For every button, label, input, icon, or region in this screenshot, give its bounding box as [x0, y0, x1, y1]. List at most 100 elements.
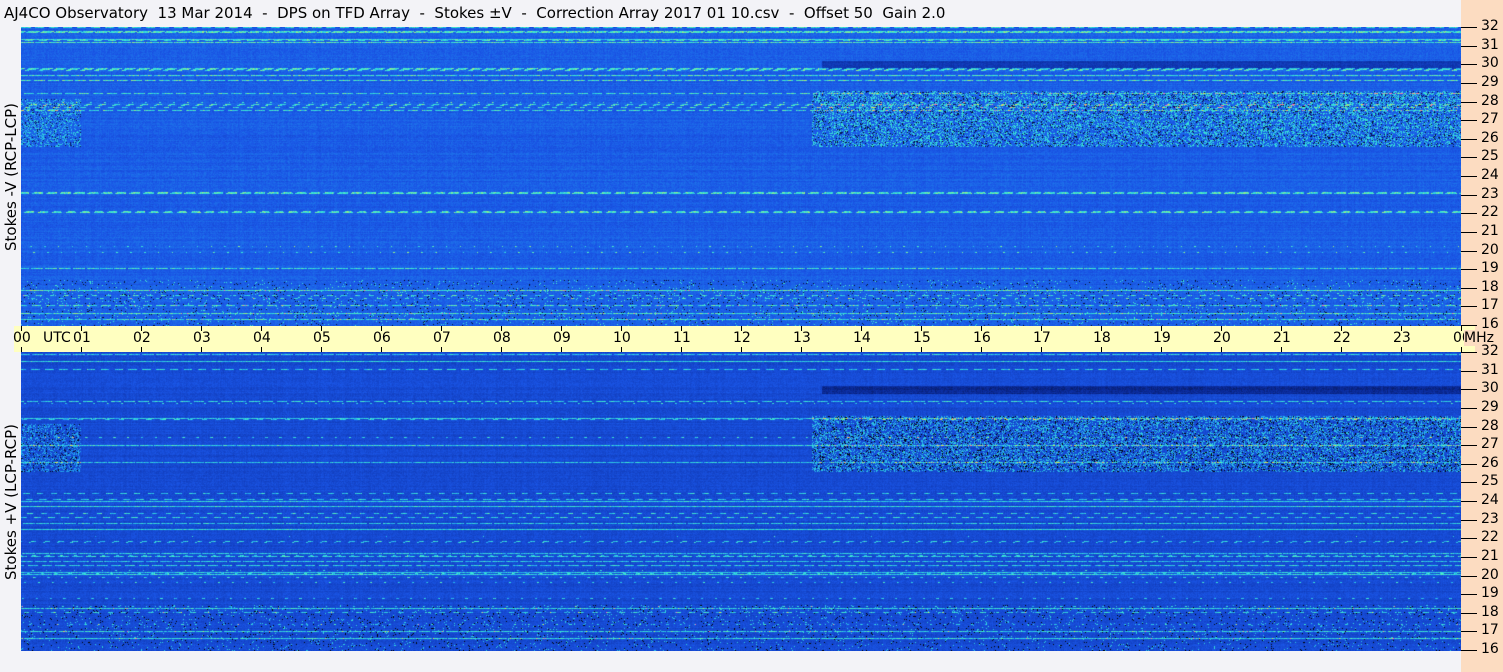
y-tick-mark	[1461, 250, 1477, 252]
y-tick-label: 16	[1481, 316, 1499, 332]
x-tick-label: 17	[1033, 330, 1051, 346]
x-tick-label: 12	[733, 330, 751, 346]
y-tick-mark	[1461, 407, 1477, 409]
y-tick-mark	[1461, 45, 1477, 47]
panel-label-top-text: Stokes -V (RCP-LCP)	[1, 102, 20, 251]
chart-title: AJ4CO Observatory 13 Mar 2014 - DPS on T…	[4, 4, 946, 22]
x-axis-unit: UTC	[43, 330, 71, 346]
y-tick-label: 23	[1481, 510, 1499, 527]
x-tick-label: 09	[553, 330, 571, 346]
y-tick-mark	[1461, 389, 1477, 391]
x-tick-mark	[921, 347, 922, 352]
x-tick-mark	[1101, 347, 1102, 352]
x-tick-label: 10	[613, 330, 631, 346]
x-tick-label: 07	[433, 330, 451, 346]
y-tick-label: 28	[1481, 417, 1499, 434]
x-tick-mark	[1341, 347, 1342, 352]
y-tick-mark	[1461, 27, 1477, 28]
y-tick-mark	[1461, 556, 1477, 558]
x-tick-mark	[201, 347, 202, 352]
y-tick-mark	[1461, 157, 1477, 159]
x-tick-mark	[21, 347, 22, 352]
y-tick-mark	[1461, 176, 1477, 177]
x-tick-label: 23	[1393, 330, 1411, 346]
y-tick-label: 21	[1481, 222, 1499, 239]
x-tick-label: 13	[793, 330, 811, 346]
y-tick-mark	[1461, 482, 1477, 484]
x-tick-label: 03	[193, 330, 211, 346]
y-tick-label: 19	[1481, 260, 1499, 277]
y-tick-label: 17	[1481, 622, 1499, 639]
y-tick-mark	[1461, 325, 1477, 326]
y-tick-label: 32	[1481, 18, 1499, 34]
y-tick-label: 32	[1481, 343, 1499, 359]
y-tick-mark	[1461, 287, 1477, 289]
y-tick-label: 27	[1481, 111, 1499, 128]
y-tick-mark	[1461, 463, 1477, 465]
y-tick-mark	[1461, 631, 1477, 633]
y-tick-label: 23	[1481, 185, 1499, 202]
y-tick-mark	[1461, 194, 1477, 196]
x-tick-mark	[261, 347, 262, 352]
x-tick-label: 08	[493, 330, 511, 346]
x-tick-mark	[741, 347, 742, 352]
y-tick-mark	[1461, 575, 1477, 577]
y-tick-label: 31	[1481, 361, 1499, 378]
y-tick-label: 30	[1481, 55, 1499, 72]
y-tick-mark	[1461, 519, 1477, 521]
x-tick-mark	[501, 347, 502, 352]
y-tick-label: 17	[1481, 297, 1499, 314]
time-axis: 00 01 02 03 04 05 06 07 08 09 10 11 12 13 14 15 16 17 18 19…	[13, 326, 1494, 352]
x-tick-mark	[981, 347, 982, 352]
x-tick-mark	[1161, 347, 1162, 352]
y-tick-mark	[1461, 82, 1477, 84]
y-tick-label: 28	[1481, 92, 1499, 109]
y-tick-mark	[1461, 612, 1477, 614]
y-tick-mark	[1461, 231, 1477, 233]
x-tick-mark	[381, 347, 382, 352]
y-tick-mark	[1461, 120, 1477, 122]
panel-label-top: Stokes -V (RCP-LCP)	[0, 27, 21, 326]
y-tick-label: 31	[1481, 36, 1499, 53]
x-tick-mark	[141, 347, 142, 352]
panel-label-bottom-text: Stokes +V (LCP-RCP)	[1, 423, 20, 580]
x-tick-mark	[441, 347, 442, 352]
y-tick-mark	[1461, 445, 1477, 447]
y-tick-label: 29	[1481, 398, 1499, 415]
x-tick-label: 15	[913, 330, 931, 346]
panel-label-bottom: Stokes +V (LCP-RCP)	[0, 352, 21, 651]
x-tick-label: 20	[1213, 330, 1231, 346]
y-tick-label: 18	[1481, 278, 1499, 295]
x-tick-label: 22	[1333, 330, 1351, 346]
y-tick-label: 21	[1481, 547, 1499, 564]
y-tick-mark	[1461, 213, 1477, 215]
x-tick-mark	[81, 347, 82, 352]
y-tick-mark	[1461, 538, 1477, 540]
y-tick-label: 25	[1481, 148, 1499, 165]
x-tick-mark	[861, 347, 862, 352]
x-tick-label: 19	[1153, 330, 1171, 346]
x-tick-label: 11	[673, 330, 691, 346]
x-tick-label: 06	[373, 330, 391, 346]
y-tick-label: 27	[1481, 436, 1499, 453]
y-tick-label: 25	[1481, 473, 1499, 490]
x-tick-label: 02	[133, 330, 151, 346]
y-tick-mark	[1461, 138, 1477, 140]
y-tick-label: 24	[1481, 492, 1499, 508]
y-tick-mark	[1461, 306, 1477, 308]
x-tick-mark	[1221, 347, 1222, 352]
x-tick-label: 00	[13, 330, 31, 346]
x-tick-mark	[561, 347, 562, 352]
y-tick-label: 22	[1481, 529, 1499, 546]
y-tick-mark	[1461, 650, 1477, 651]
x-tick-label: 16	[973, 330, 991, 346]
y-tick-mark	[1461, 269, 1477, 271]
y-tick-mark	[1461, 594, 1477, 596]
y-tick-label: 18	[1481, 603, 1499, 620]
x-tick-label: 14	[853, 330, 871, 346]
spectrogram-top	[21, 27, 1461, 326]
y-tick-mark	[1461, 101, 1477, 103]
y-tick-label: 26	[1481, 129, 1499, 146]
x-tick-mark	[1281, 347, 1282, 352]
x-tick-mark	[801, 347, 802, 352]
